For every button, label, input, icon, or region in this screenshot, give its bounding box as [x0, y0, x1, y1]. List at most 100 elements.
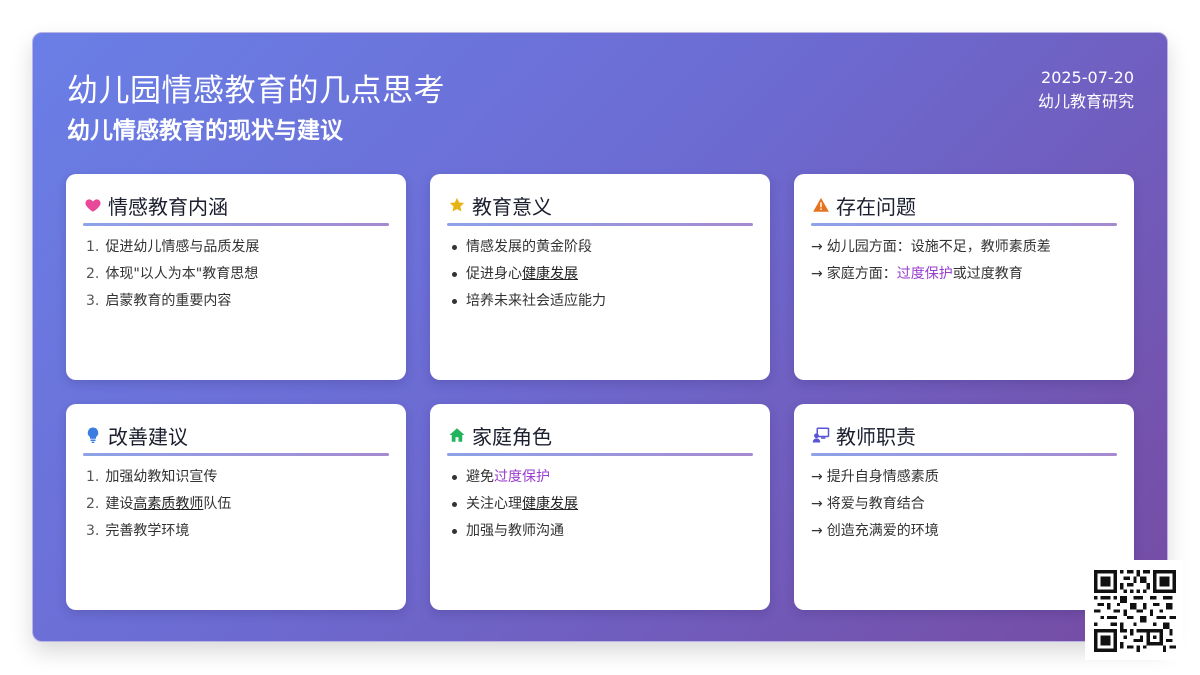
- card-header: 家庭角色: [447, 420, 753, 450]
- list-number: 3.: [86, 523, 100, 539]
- card-family-role: 家庭角色 避免 过度保护 关注心理 健康发展 加强与教师沟通: [430, 404, 770, 610]
- highlight-text: 过度保护: [896, 266, 953, 282]
- bullet-dot: [452, 299, 457, 304]
- card-list: 1. 促进幼儿情感与品质发展 2. 体现"以人为本"教育思想 3. 启蒙教育的重要内容: [83, 234, 389, 315]
- card-teacher-responsibility: 教师职责 → 提升自身情感素质 → 将爱与教育结合 → 创造充满爱的环境: [794, 404, 1134, 610]
- list-item: 2. 建设 高素质教师 队伍: [83, 491, 389, 518]
- card-divider: [811, 453, 1117, 456]
- card-list: → 提升自身情感素质 → 将爱与教育结合 → 创造充满爱的环境: [811, 464, 1117, 545]
- card-header: 教育意义: [447, 190, 753, 220]
- list-item-text: 关注心理: [466, 496, 522, 512]
- card-header: 改善建议: [83, 420, 389, 450]
- list-item: 3. 完善教学环境: [83, 518, 389, 545]
- list-item-text: 启蒙教育的重要内容: [105, 293, 232, 309]
- list-item-text: 加强幼教知识宣传: [105, 469, 218, 485]
- warning-icon: [811, 196, 830, 215]
- card-existing-problems: 存在问题 → 幼儿园方面：设施不足，教师素质差 → 家庭方面： 过度保护 或过度教育: [794, 174, 1134, 380]
- card-divider: [83, 223, 389, 226]
- list-item-text: 完善教学环境: [105, 523, 190, 539]
- bullet-dot: [452, 529, 457, 534]
- card-title: 改善建议: [108, 424, 188, 449]
- home-icon: [447, 426, 466, 445]
- card-header: 情感教育内涵: [83, 190, 389, 220]
- list-item-text: 家庭方面：: [826, 266, 897, 282]
- list-item-text: 提升自身情感素质: [826, 469, 939, 485]
- card-header: 存在问题: [811, 190, 1117, 220]
- card-title: 教师职责: [836, 424, 916, 449]
- page-subtitle: 幼儿情感教育的现状与建议: [67, 118, 343, 144]
- arrow-marker: →: [811, 239, 823, 255]
- card-title: 教育意义: [472, 194, 552, 219]
- list-item: → 幼儿园方面：设施不足，教师素质差: [811, 234, 1117, 261]
- bullet-dot: [452, 475, 457, 480]
- list-item-text: 避免: [466, 469, 494, 485]
- list-item-text: 体现"以人为本"教育思想: [105, 266, 259, 282]
- list-number: 2.: [86, 496, 100, 512]
- list-item: 情感发展的黄金阶段: [447, 234, 753, 261]
- lightbulb-icon: [83, 426, 102, 445]
- list-item-text: 情感发展的黄金阶段: [466, 239, 592, 255]
- card-list: 情感发展的黄金阶段 促进身心 健康发展 培养未来社会适应能力: [447, 234, 753, 315]
- list-item: 培养未来社会适应能力: [447, 288, 753, 315]
- card-list: 1. 加强幼教知识宣传 2. 建设 高素质教师 队伍 3. 完善教学环境: [83, 464, 389, 545]
- meta-info: 2025-07-20 幼儿教育研究: [1038, 67, 1134, 115]
- page-title: 幼儿园情感教育的几点思考: [67, 73, 445, 109]
- qr-code: [1085, 560, 1183, 660]
- list-item-text: 培养未来社会适应能力: [466, 293, 606, 309]
- list-item: 2. 体现"以人为本"教育思想: [83, 261, 389, 288]
- card-education-meaning: 教育意义 情感发展的黄金阶段 促进身心 健康发展 培养未来社会适应能力: [430, 174, 770, 380]
- heart-icon: [83, 196, 102, 215]
- list-item-text: 创造充满爱的环境: [826, 523, 939, 539]
- card-divider: [447, 453, 753, 456]
- card-title: 情感教育内涵: [108, 194, 228, 219]
- card-emotion-education: 情感教育内涵 1. 促进幼儿情感与品质发展 2. 体现"以人为本"教育思想 3. 启蒙…: [66, 174, 406, 380]
- list-number: 1.: [86, 469, 100, 485]
- list-item-text: 幼儿园方面：设施不足，教师素质差: [826, 239, 1051, 255]
- date-label: 2025-07-20: [1041, 68, 1134, 87]
- list-item: 促进身心 健康发展: [447, 261, 753, 288]
- bullet-dot: [452, 272, 457, 277]
- list-item-text: 促进身心: [466, 266, 522, 282]
- list-item: 关注心理 健康发展: [447, 491, 753, 518]
- card-divider: [83, 453, 389, 456]
- list-item-text: 促进幼儿情感与品质发展: [105, 239, 260, 255]
- list-item: 1. 促进幼儿情感与品质发展: [83, 234, 389, 261]
- list-item: → 将爱与教育结合: [811, 491, 1117, 518]
- bullet-dot: [452, 502, 457, 507]
- list-item-text-suffix: 队伍: [203, 496, 232, 512]
- list-item-text: 将爱与教育结合: [826, 496, 925, 512]
- list-number: 1.: [86, 239, 100, 255]
- card-list: → 幼儿园方面：设施不足，教师素质差 → 家庭方面： 过度保护 或过度教育: [811, 234, 1117, 288]
- arrow-marker: →: [811, 266, 823, 282]
- list-item: 3. 启蒙教育的重要内容: [83, 288, 389, 315]
- highlight-text: 过度保护: [494, 469, 550, 485]
- list-item: 避免 过度保护: [447, 464, 753, 491]
- card-divider: [447, 223, 753, 226]
- org-label: 幼儿教育研究: [1037, 92, 1134, 111]
- card-improvement-suggestions: 改善建议 1. 加强幼教知识宣传 2. 建设 高素质教师 队伍 3. 完善教学环境: [66, 404, 406, 610]
- card-header: 教师职责: [811, 420, 1117, 450]
- arrow-marker: →: [811, 496, 823, 512]
- list-item: 1. 加强幼教知识宣传: [83, 464, 389, 491]
- list-item-text: 加强与教师沟通: [466, 523, 564, 539]
- arrow-marker: →: [811, 523, 823, 539]
- list-number: 3.: [86, 293, 100, 309]
- highlight-text: 健康发展: [522, 266, 578, 282]
- list-item: → 家庭方面： 过度保护 或过度教育: [811, 261, 1117, 288]
- highlight-text: 高素质教师: [133, 496, 204, 512]
- card-divider: [811, 223, 1117, 226]
- card-list: 避免 过度保护 关注心理 健康发展 加强与教师沟通: [447, 464, 753, 545]
- list-number: 2.: [86, 266, 100, 282]
- list-item: → 创造充满爱的环境: [811, 518, 1117, 545]
- qr-code-image: [1094, 570, 1176, 652]
- card-title: 家庭角色: [472, 424, 552, 449]
- list-item-text: 建设: [105, 496, 134, 512]
- list-item-text-suffix: 或过度教育: [952, 266, 1023, 282]
- list-item: 加强与教师沟通: [447, 518, 753, 545]
- slide: 幼儿园情感教育的几点思考 幼儿情感教育的现状与建议 2025-07-20 幼儿教…: [32, 32, 1168, 642]
- star-icon: [447, 196, 466, 215]
- bullet-dot: [452, 245, 457, 250]
- list-item: → 提升自身情感素质: [811, 464, 1117, 491]
- highlight-text: 健康发展: [522, 496, 578, 512]
- card-title: 存在问题: [836, 194, 916, 219]
